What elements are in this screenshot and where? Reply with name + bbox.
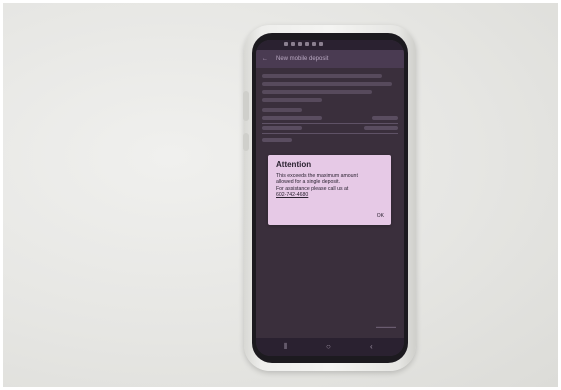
app-toolbar: ← New mobile deposit xyxy=(256,50,404,68)
toolbar-title: New mobile deposit xyxy=(276,56,329,62)
form-row xyxy=(262,126,398,132)
ok-button[interactable]: OK xyxy=(377,213,384,219)
nav-back-icon[interactable]: ‹ xyxy=(370,342,373,351)
case-bixby-button xyxy=(243,133,249,151)
phone-number-link[interactable]: 602-742-4680 xyxy=(276,192,386,198)
dialog-title: Attention xyxy=(276,160,312,169)
form-row xyxy=(262,138,398,144)
recent-apps-icon[interactable]: ⦀ xyxy=(284,342,288,352)
deposit-form-background xyxy=(262,74,398,116)
footer-hint: ▬▬▬▬▬ xyxy=(376,324,396,329)
home-icon[interactable]: ○ xyxy=(326,342,331,351)
status-bar xyxy=(256,40,404,50)
divider xyxy=(262,123,398,124)
divider xyxy=(262,133,398,134)
status-icons xyxy=(284,42,323,46)
form-row xyxy=(262,116,398,122)
system-nav-bar: ⦀ ○ ‹ xyxy=(256,338,404,356)
photo-background: ← New mobile deposit ▬▬▬▬▬ ⦀ ○ ‹ Attenti… xyxy=(3,3,558,387)
case-volume-button xyxy=(243,91,249,121)
attention-dialog: Attention This exceeds the maximum amoun… xyxy=(268,155,391,225)
dialog-body: This exceeds the maximum amount allowed … xyxy=(276,173,386,198)
back-arrow-icon[interactable]: ← xyxy=(262,50,268,68)
